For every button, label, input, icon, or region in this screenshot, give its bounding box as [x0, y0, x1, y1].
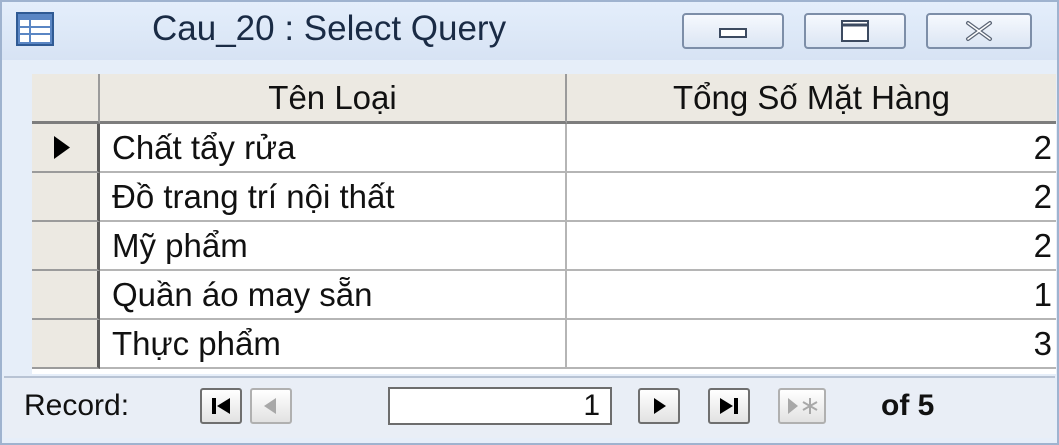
datasheet-grid: Tên Loại Tổng Số Mặt Hàng Chất tẩy rửa 2…: [32, 74, 1056, 374]
cell-ten-loai[interactable]: Quần áo may sẵn: [100, 271, 567, 320]
select-all-header[interactable]: [32, 74, 100, 124]
new-record-button[interactable]: [778, 388, 826, 424]
query-datasheet-icon[interactable]: [16, 12, 54, 46]
previous-record-button[interactable]: [250, 388, 292, 424]
first-record-button[interactable]: [200, 388, 242, 424]
column-header-tong-so[interactable]: Tổng Số Mặt Hàng: [567, 74, 1056, 124]
row-selector[interactable]: [32, 222, 100, 271]
previous-record-icon: [264, 398, 276, 414]
record-number-input[interactable]: [388, 387, 612, 425]
cell-ten-loai[interactable]: Thực phẩm: [100, 320, 567, 369]
table-row[interactable]: Thực phẩm 3: [32, 320, 1056, 369]
window-title: Cau_20 : Select Query: [152, 9, 507, 48]
maximize-button[interactable]: [804, 13, 906, 49]
query-window: Cau_20 : Select Query Tên Loại Tổng Số M…: [0, 0, 1059, 445]
minimize-icon: [719, 28, 747, 38]
first-record-icon: [212, 398, 230, 414]
table-row[interactable]: Chất tẩy rửa 2: [32, 124, 1056, 173]
close-button[interactable]: [926, 13, 1032, 49]
cell-ten-loai[interactable]: Mỹ phẩm: [100, 222, 567, 271]
cell-tong-so[interactable]: 2: [567, 124, 1056, 173]
table-row[interactable]: Đồ trang trí nội thất 2: [32, 173, 1056, 222]
close-icon: [966, 21, 992, 41]
last-record-icon: [720, 398, 738, 414]
maximize-icon: [841, 20, 869, 42]
cell-ten-loai[interactable]: Chất tẩy rửa: [100, 124, 567, 173]
next-record-button[interactable]: [638, 388, 680, 424]
current-record-arrow-icon: [54, 136, 70, 159]
column-header-ten-loai[interactable]: Tên Loại: [100, 74, 567, 124]
last-record-button[interactable]: [708, 388, 750, 424]
record-total: of 5: [881, 389, 935, 422]
row-selector[interactable]: [32, 124, 100, 173]
new-record-icon: [788, 398, 818, 414]
cell-tong-so[interactable]: 1: [567, 271, 1056, 320]
title-bar[interactable]: Cau_20 : Select Query: [2, 2, 1057, 60]
table-row[interactable]: Quần áo may sẵn 1: [32, 271, 1056, 320]
cell-tong-so[interactable]: 3: [567, 320, 1056, 369]
next-record-icon: [654, 398, 666, 414]
cell-tong-so[interactable]: 2: [567, 222, 1056, 271]
row-selector[interactable]: [32, 173, 100, 222]
row-selector[interactable]: [32, 271, 100, 320]
table-row[interactable]: Mỹ phẩm 2: [32, 222, 1056, 271]
record-navigation-bar: Record: 1 of 5: [4, 376, 1055, 438]
cell-tong-so[interactable]: 2: [567, 173, 1056, 222]
record-label: Record:: [24, 389, 130, 422]
cell-ten-loai[interactable]: Đồ trang trí nội thất: [100, 173, 567, 222]
row-selector[interactable]: [32, 320, 100, 369]
minimize-button[interactable]: [682, 13, 784, 49]
